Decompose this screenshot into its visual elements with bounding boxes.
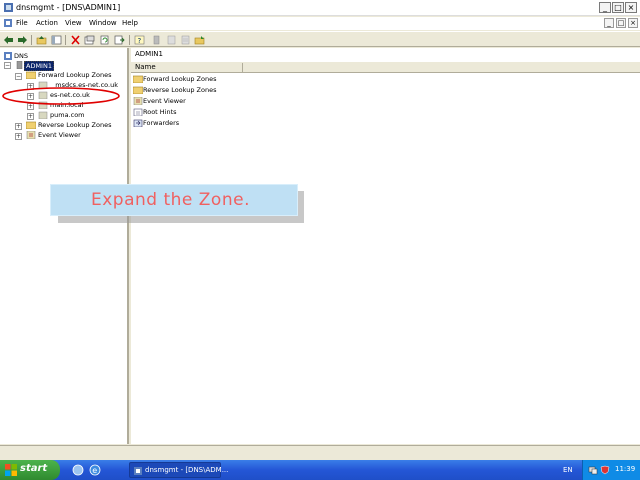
record-icon[interactable] <box>180 35 191 45</box>
up-folder-icon[interactable] <box>36 35 47 45</box>
help-icon[interactable]: ? <box>134 35 145 45</box>
refresh-icon[interactable] <box>99 35 110 45</box>
menu-window[interactable]: Window <box>89 19 117 27</box>
details-pane-title: ADMIN1 <box>135 50 163 58</box>
instruction-text: Expand the Zone. <box>91 190 250 210</box>
menu-view[interactable]: View <box>65 19 82 27</box>
taskbar-window-label: dnsmgmt - [DNS\ADM... <box>145 466 229 474</box>
zone-icon[interactable] <box>166 35 177 45</box>
expand-toggle[interactable]: + <box>15 133 22 140</box>
quicklaunch-explorer-icon[interactable] <box>72 464 84 476</box>
event-viewer-icon <box>133 97 143 105</box>
server-icon[interactable] <box>151 35 162 45</box>
status-bar <box>0 445 640 460</box>
window-title: dnsmgmt - [DNS\ADMIN1] <box>16 3 121 12</box>
close-button[interactable]: × <box>625 2 637 13</box>
list-item-label: Forward Lookup Zones <box>143 75 217 83</box>
title-bar: dnsmgmt - [DNS\ADMIN1] _ □ × <box>0 0 640 16</box>
security-shield-icon[interactable] <box>600 465 610 475</box>
toolbar-separator <box>31 35 32 45</box>
list-item-label: Forwarders <box>143 119 180 127</box>
tree-pane: DNS − ADMIN1 − Forward Lookup Zones + _m… <box>0 48 129 444</box>
server-icon <box>16 61 23 69</box>
dns-app-icon <box>134 467 142 475</box>
dns-icon <box>4 52 12 60</box>
tree-node-dns[interactable]: DNS <box>14 52 28 60</box>
list-item-label: Event Viewer <box>143 97 186 105</box>
console-icon <box>4 19 12 27</box>
delete-icon[interactable] <box>70 35 81 45</box>
highlight-ellipse <box>2 87 120 105</box>
toolbar-separator <box>65 35 66 45</box>
mdi-close-button[interactable]: × <box>628 18 638 28</box>
mdi-restore-button[interactable]: □ <box>616 18 626 28</box>
list-item-label: Reverse Lookup Zones <box>143 86 217 94</box>
taskbar-window-button[interactable]: dnsmgmt - [DNS\ADM... <box>129 462 228 478</box>
folder-icon <box>133 86 143 94</box>
properties-icon[interactable] <box>84 35 95 45</box>
svg-text:e: e <box>92 466 97 475</box>
event-viewer-icon <box>26 131 36 139</box>
start-button[interactable]: start <box>0 460 60 480</box>
list-header: Name <box>131 62 640 73</box>
language-indicator[interactable]: EN <box>563 466 573 474</box>
show-hide-tree-icon[interactable] <box>51 35 62 45</box>
collapse-toggle[interactable]: − <box>4 62 11 69</box>
folder-icon <box>26 121 36 129</box>
forwarders-icon <box>133 119 143 127</box>
dns-app-icon <box>4 3 13 12</box>
zone-icon <box>38 111 48 119</box>
minimize-button[interactable]: _ <box>599 2 611 13</box>
tree-node-zone[interactable]: puma.com <box>50 111 85 119</box>
tree-node-reverse-lookup-zones[interactable]: Reverse Lookup Zones <box>38 121 111 129</box>
collapse-toggle[interactable]: − <box>15 73 22 80</box>
back-icon[interactable] <box>3 35 14 45</box>
toolbar: ? <box>0 31 640 47</box>
tree-node-event-viewer[interactable]: Event Viewer <box>38 131 81 139</box>
menu-file[interactable]: File <box>16 19 28 27</box>
root-hints-icon <box>133 108 143 116</box>
network-icon[interactable] <box>588 465 598 475</box>
column-header-name[interactable]: Name <box>135 63 156 71</box>
system-tray: 11:39 <box>582 460 640 480</box>
folder-icon <box>26 71 36 79</box>
expand-toggle[interactable]: + <box>15 123 22 130</box>
folder-icon <box>133 75 143 83</box>
maximize-button[interactable]: □ <box>612 2 624 13</box>
svg-text:?: ? <box>138 37 142 45</box>
quicklaunch-ie-icon[interactable]: e <box>89 464 101 476</box>
clock[interactable]: 11:39 <box>615 465 635 473</box>
menu-bar: File Action View Window Help <box>0 17 640 30</box>
expand-toggle[interactable]: + <box>27 113 34 120</box>
tree-node-server[interactable]: ADMIN1 <box>24 61 54 71</box>
start-label: start <box>20 463 48 474</box>
folder-icon[interactable] <box>194 35 205 45</box>
list-item-label: Root Hints <box>143 108 177 116</box>
details-pane: ADMIN1 Name Forward Lookup Zones Reverse… <box>131 48 640 444</box>
tree-node-forward-lookup-zones[interactable]: Forward Lookup Zones <box>38 71 111 79</box>
taskbar: start e dnsmgmt - [DNS\ADM... EN 11:39 <box>0 460 640 480</box>
export-icon[interactable] <box>114 35 125 45</box>
column-divider[interactable] <box>242 63 243 72</box>
instruction-callout: Expand the Zone. <box>50 184 298 216</box>
forward-icon[interactable] <box>17 35 28 45</box>
menu-action[interactable]: Action <box>36 19 58 27</box>
mdi-minimize-button[interactable]: _ <box>604 18 614 28</box>
menu-help[interactable]: Help <box>122 19 138 27</box>
toolbar-separator <box>129 35 130 45</box>
windows-logo-icon <box>5 464 17 476</box>
